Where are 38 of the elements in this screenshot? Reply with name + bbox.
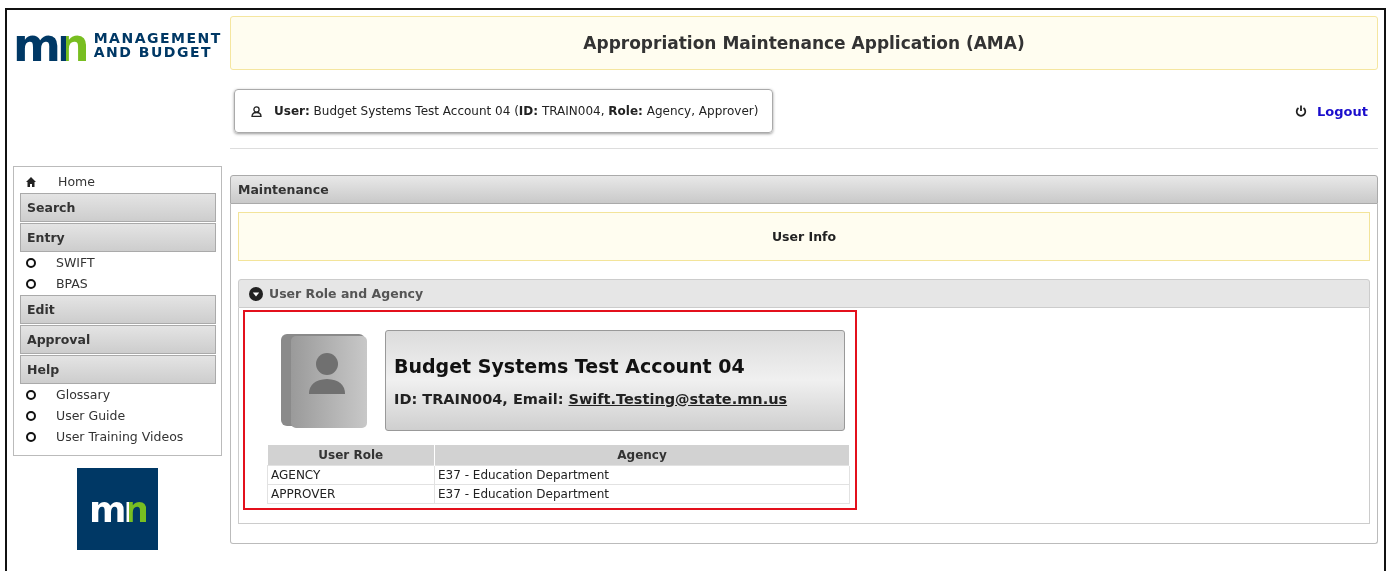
profile-details: ID: TRAIN004, Email: Swift.Testing@state.mn.us bbox=[394, 390, 789, 407]
menu-header[interactable]: Help bbox=[20, 355, 216, 384]
table-cell: AGENCY bbox=[267, 465, 435, 485]
home-icon bbox=[26, 176, 36, 187]
menu-link[interactable]: Glossary bbox=[56, 387, 111, 402]
bullet-icon bbox=[26, 410, 36, 421]
logout-link[interactable]: Logout bbox=[1317, 103, 1368, 119]
menu-link[interactable]: User Training Videos bbox=[56, 429, 184, 444]
info-banner: User Info bbox=[238, 212, 1370, 261]
accordion-header[interactable]: User Role and Agency bbox=[238, 279, 1370, 308]
logo-text: MANAGEMENT bbox=[93, 31, 222, 45]
menu-link[interactable]: BPAS bbox=[56, 276, 88, 291]
user-info-text: User: Budget Systems Test Account 04 (ID: TRAIN004, Role: Agency, Approver) bbox=[274, 104, 759, 118]
column-header: Agency bbox=[434, 445, 850, 466]
menu-link[interactable]: Home bbox=[58, 174, 95, 189]
menu-header[interactable]: Approval bbox=[20, 325, 216, 354]
menu-header[interactable]: Search bbox=[20, 193, 216, 222]
email-link[interactable]: Swift.Testing@state.mn.us bbox=[568, 390, 788, 407]
chevron-down-icon bbox=[249, 286, 263, 301]
profile-name: Budget Systems Test Account 04 bbox=[394, 354, 746, 377]
table-cell: E37 - Education Department bbox=[434, 484, 850, 504]
table-cell: E37 - Education Department bbox=[434, 465, 850, 485]
person-icon bbox=[251, 105, 262, 117]
menu-header[interactable]: Entry bbox=[20, 223, 216, 252]
column-header: User Role bbox=[267, 445, 435, 466]
table-cell: APPROVER bbox=[267, 484, 435, 504]
bullet-icon bbox=[26, 278, 36, 289]
power-icon bbox=[1295, 105, 1308, 117]
app-title: Appropriation Maintenance Application (AMA) bbox=[230, 16, 1378, 70]
menu-link[interactable]: User Guide bbox=[56, 408, 126, 423]
menu-header[interactable]: Edit bbox=[20, 295, 216, 324]
menu-link[interactable]: SWIFT bbox=[56, 255, 95, 270]
contact-folder-icon bbox=[279, 331, 369, 430]
bullet-icon bbox=[26, 431, 36, 442]
bullet-icon bbox=[26, 389, 36, 400]
bullet-icon bbox=[26, 257, 36, 268]
logo-text: AND BUDGET bbox=[93, 45, 213, 59]
section-header: Maintenance bbox=[230, 175, 1378, 204]
